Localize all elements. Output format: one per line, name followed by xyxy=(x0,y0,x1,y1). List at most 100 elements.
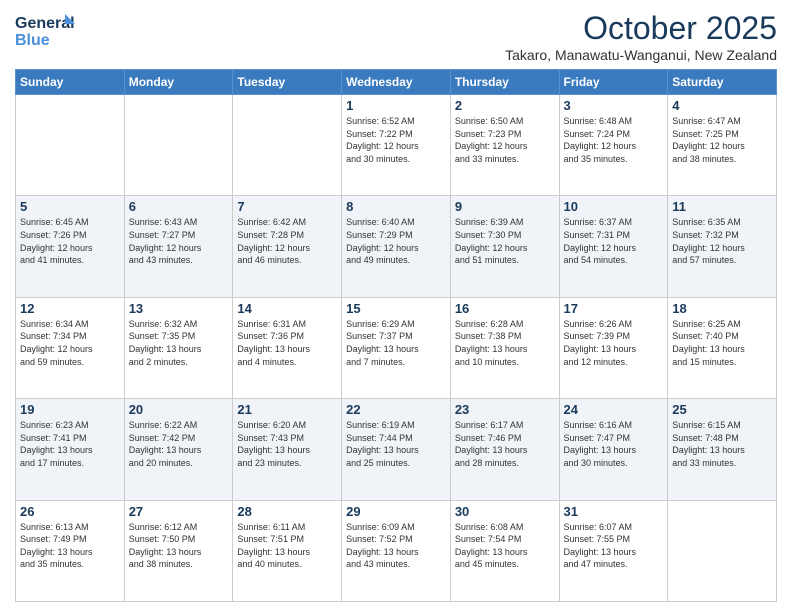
day-number: 18 xyxy=(672,301,772,316)
table-row: 19Sunrise: 6:23 AM Sunset: 7:41 PM Dayli… xyxy=(16,399,125,500)
day-info: Sunrise: 6:19 AM Sunset: 7:44 PM Dayligh… xyxy=(346,419,446,469)
day-info: Sunrise: 6:50 AM Sunset: 7:23 PM Dayligh… xyxy=(455,115,555,165)
day-number: 28 xyxy=(237,504,337,519)
table-row: 22 Sunrise: 6:19 AM Sunset: 7:44 PM Dayli… xyxy=(342,399,451,500)
day-number: 15 xyxy=(346,301,446,316)
day-info: Sunrise: 6:52 AM Sunset: 7:22 PM Dayligh… xyxy=(346,115,446,165)
day-number: 25 xyxy=(672,402,772,417)
day-number: 10 xyxy=(564,199,664,214)
table-row: 24 Sunrise: 6:16 AM Sunset: 7:47 PM Dayli… xyxy=(559,399,668,500)
day-number: 1 xyxy=(346,98,446,113)
header-sunday: Sunday xyxy=(16,70,125,95)
table-row: 31 Sunrise: 6:07 AM Sunset: 7:55 PM Dayli… xyxy=(559,500,668,601)
table-row: 14 Sunrise: 6:31 AM Sunset: 7:36 PM Dayli… xyxy=(233,297,342,398)
table-row: 29 Sunrise: 6:09 AM Sunset: 7:52 PM Dayli… xyxy=(342,500,451,601)
day-number: 29 xyxy=(346,504,446,519)
table-row: 7 Sunrise: 6:42 AM Sunset: 7:28 PM Daylig… xyxy=(233,196,342,297)
table-row: 18 Sunrise: 6:25 AM Sunset: 7:40 PM Dayli… xyxy=(668,297,777,398)
day-number: 17 xyxy=(564,301,664,316)
day-info: Sunrise: 6:22 AM Sunset: 7:42 PM Dayligh… xyxy=(129,419,229,469)
calendar-week-row: 5 Sunrise: 6:45 AM Sunset: 7:26 PM Daylig… xyxy=(16,196,777,297)
day-info: Sunrise: 6:11 AM Sunset: 7:51 PM Dayligh… xyxy=(237,521,337,571)
location: Takaro, Manawatu-Wanganui, New Zealand xyxy=(505,47,777,63)
day-number: 23 xyxy=(455,402,555,417)
day-number: 7 xyxy=(237,199,337,214)
calendar-week-row: 26Sunrise: 6:13 AM Sunset: 7:49 PM Dayli… xyxy=(16,500,777,601)
table-row: 8Sunrise: 6:40 AM Sunset: 7:29 PM Daylig… xyxy=(342,196,451,297)
day-info: Sunrise: 6:07 AM Sunset: 7:55 PM Dayligh… xyxy=(564,521,664,571)
table-row: 28 Sunrise: 6:11 AM Sunset: 7:51 PM Dayli… xyxy=(233,500,342,601)
calendar-week-row: 12 Sunrise: 6:34 AM Sunset: 7:34 PM Dayli… xyxy=(16,297,777,398)
day-info: Sunrise: 6:16 AM Sunset: 7:47 PM Dayligh… xyxy=(564,419,664,469)
table-row: 9 Sunrise: 6:39 AM Sunset: 7:30 PM Daylig… xyxy=(450,196,559,297)
day-number: 5 xyxy=(20,199,120,214)
table-row: 1 Sunrise: 6:52 AM Sunset: 7:22 PM Daylig… xyxy=(342,95,451,196)
day-info: Sunrise: 6:15 AM Sunset: 7:48 PM Dayligh… xyxy=(672,419,772,469)
header-monday: Monday xyxy=(124,70,233,95)
day-number: 13 xyxy=(129,301,229,316)
day-info: Sunrise: 6:17 AM Sunset: 7:46 PM Dayligh… xyxy=(455,419,555,469)
day-info: Sunrise: 6:20 AM Sunset: 7:43 PM Dayligh… xyxy=(237,419,337,469)
day-info: Sunrise: 6:32 AM Sunset: 7:35 PM Dayligh… xyxy=(129,318,229,368)
table-row xyxy=(668,500,777,601)
day-number: 14 xyxy=(237,301,337,316)
day-number: 20 xyxy=(129,402,229,417)
day-info: Sunrise: 6:35 AM Sunset: 7:32 PM Dayligh… xyxy=(672,216,772,266)
logo: GeneralBlue xyxy=(15,10,75,50)
table-row xyxy=(124,95,233,196)
svg-text:Blue: Blue xyxy=(15,32,50,49)
table-row: 20 Sunrise: 6:22 AM Sunset: 7:42 PM Dayli… xyxy=(124,399,233,500)
day-info: Sunrise: 6:39 AM Sunset: 7:30 PM Dayligh… xyxy=(455,216,555,266)
day-info: Sunrise: 6:42 AM Sunset: 7:28 PM Dayligh… xyxy=(237,216,337,266)
day-number: 9 xyxy=(455,199,555,214)
header-tuesday: Tuesday xyxy=(233,70,342,95)
day-number: 19 xyxy=(20,402,120,417)
calendar-week-row: 1 Sunrise: 6:52 AM Sunset: 7:22 PM Daylig… xyxy=(16,95,777,196)
day-number: 12 xyxy=(20,301,120,316)
table-row: 3Sunrise: 6:48 AM Sunset: 7:24 PM Daylig… xyxy=(559,95,668,196)
table-row: 23 Sunrise: 6:17 AM Sunset: 7:46 PM Dayli… xyxy=(450,399,559,500)
day-number: 31 xyxy=(564,504,664,519)
table-row: 6 Sunrise: 6:43 AM Sunset: 7:27 PM Daylig… xyxy=(124,196,233,297)
day-info: Sunrise: 6:13 AM Sunset: 7:49 PM Dayligh… xyxy=(20,521,120,571)
header-saturday: Saturday xyxy=(668,70,777,95)
table-row: 10 Sunrise: 6:37 AM Sunset: 7:31 PM Dayli… xyxy=(559,196,668,297)
day-info: Sunrise: 6:45 AM Sunset: 7:26 PM Dayligh… xyxy=(20,216,120,266)
day-info: Sunrise: 6:34 AM Sunset: 7:34 PM Dayligh… xyxy=(20,318,120,368)
day-number: 4 xyxy=(672,98,772,113)
day-info: Sunrise: 6:29 AM Sunset: 7:37 PM Dayligh… xyxy=(346,318,446,368)
day-number: 3 xyxy=(564,98,664,113)
table-row: 16Sunrise: 6:28 AM Sunset: 7:38 PM Dayli… xyxy=(450,297,559,398)
header-wednesday: Wednesday xyxy=(342,70,451,95)
day-number: 22 xyxy=(346,402,446,417)
day-number: 11 xyxy=(672,199,772,214)
day-number: 30 xyxy=(455,504,555,519)
month-title: October 2025 xyxy=(505,10,777,47)
day-number: 8 xyxy=(346,199,446,214)
day-info: Sunrise: 6:31 AM Sunset: 7:36 PM Dayligh… xyxy=(237,318,337,368)
title-block: October 2025 Takaro, Manawatu-Wanganui, … xyxy=(505,10,777,63)
table-row: 26Sunrise: 6:13 AM Sunset: 7:49 PM Dayli… xyxy=(16,500,125,601)
day-number: 27 xyxy=(129,504,229,519)
day-info: Sunrise: 6:08 AM Sunset: 7:54 PM Dayligh… xyxy=(455,521,555,571)
table-row: 12 Sunrise: 6:34 AM Sunset: 7:34 PM Dayli… xyxy=(16,297,125,398)
day-info: Sunrise: 6:25 AM Sunset: 7:40 PM Dayligh… xyxy=(672,318,772,368)
day-number: 2 xyxy=(455,98,555,113)
day-info: Sunrise: 6:43 AM Sunset: 7:27 PM Dayligh… xyxy=(129,216,229,266)
table-row: 17 Sunrise: 6:26 AM Sunset: 7:39 PM Dayli… xyxy=(559,297,668,398)
table-row xyxy=(233,95,342,196)
table-row: 2 Sunrise: 6:50 AM Sunset: 7:23 PM Daylig… xyxy=(450,95,559,196)
day-number: 6 xyxy=(129,199,229,214)
table-row: 11 Sunrise: 6:35 AM Sunset: 7:32 PM Dayli… xyxy=(668,196,777,297)
table-row: 5 Sunrise: 6:45 AM Sunset: 7:26 PM Daylig… xyxy=(16,196,125,297)
day-info: Sunrise: 6:47 AM Sunset: 7:25 PM Dayligh… xyxy=(672,115,772,165)
table-row: 27Sunrise: 6:12 AM Sunset: 7:50 PM Dayli… xyxy=(124,500,233,601)
day-number: 24 xyxy=(564,402,664,417)
calendar-week-row: 19Sunrise: 6:23 AM Sunset: 7:41 PM Dayli… xyxy=(16,399,777,500)
page: GeneralBlue October 2025 Takaro, Manawat… xyxy=(0,0,792,612)
day-info: Sunrise: 6:09 AM Sunset: 7:52 PM Dayligh… xyxy=(346,521,446,571)
day-info: Sunrise: 6:26 AM Sunset: 7:39 PM Dayligh… xyxy=(564,318,664,368)
day-info: Sunrise: 6:37 AM Sunset: 7:31 PM Dayligh… xyxy=(564,216,664,266)
table-row: 13 Sunrise: 6:32 AM Sunset: 7:35 PM Dayli… xyxy=(124,297,233,398)
table-row xyxy=(16,95,125,196)
